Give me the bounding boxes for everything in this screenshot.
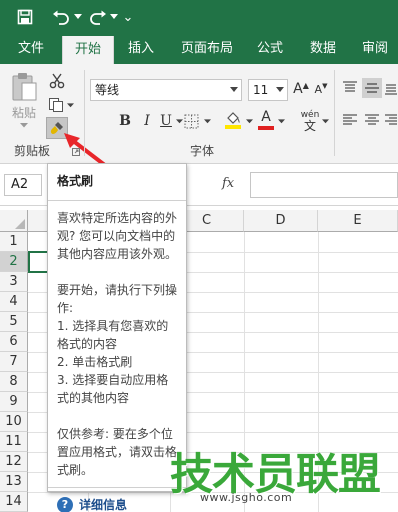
row-header-3[interactable]: 3 (0, 272, 28, 292)
phonetic-dropdown-icon[interactable] (320, 110, 330, 132)
redo-dropdown-icon[interactable] (108, 0, 120, 34)
name-box[interactable]: A2 (4, 174, 42, 196)
tooltip-divider (48, 200, 186, 201)
row-header-10[interactable]: 10 (0, 412, 28, 432)
help-icon: ? (57, 496, 73, 512)
formula-input[interactable] (250, 172, 398, 198)
tab-review[interactable]: 审阅 (352, 34, 398, 64)
copy-button[interactable] (46, 94, 76, 116)
font-name-value: 等线 (95, 83, 120, 97)
font-group-label: 字体 (190, 144, 215, 158)
insert-function-button[interactable]: fx (222, 176, 234, 191)
tooltip-title: 格式刷 (57, 174, 94, 188)
align-middle-button[interactable] (362, 78, 382, 98)
group-separator (84, 70, 85, 156)
format-painter-tooltip: 格式刷 喜欢特定所选内容的外 观? 您可以向文档中的 其他内容应用该外观。 要开… (47, 163, 187, 512)
tab-data[interactable]: 数据 (300, 34, 346, 64)
font-name-combo[interactable]: 等线 (90, 79, 242, 101)
paste-label: 粘贴 (11, 106, 36, 120)
tab-file[interactable]: 文件 (8, 34, 54, 64)
align-center-icon (365, 114, 379, 125)
align-right-button[interactable] (384, 110, 398, 130)
phonetic-guide-button[interactable]: wén 文 (298, 108, 322, 134)
column-header-d[interactable]: D (244, 210, 318, 232)
customize-qat-icon[interactable]: ⌄ (120, 0, 136, 34)
align-left-button[interactable] (340, 110, 360, 130)
align-top-icon (343, 81, 357, 92)
align-top-button[interactable] (340, 78, 360, 98)
font-color-dropdown-icon[interactable] (276, 110, 286, 132)
select-all-icon (15, 219, 25, 229)
clipboard-group-label: 剪贴板 (14, 144, 51, 158)
align-bottom-button[interactable] (384, 78, 398, 98)
font-size-combo[interactable]: 11 (248, 79, 288, 101)
ribbon: 粘贴 剪贴板 等线 11 A ▲ A ▼ B I U A wén 文 字体 (0, 64, 398, 168)
font-color-button[interactable]: A (256, 108, 276, 132)
ribbon-tab-bar: 文件 开始 插入 页面布局 公式 数据 审阅 (0, 34, 398, 64)
italic-button[interactable]: I (138, 110, 156, 132)
paint-bucket-icon (225, 112, 241, 129)
row-header-5[interactable]: 5 (0, 312, 28, 332)
font-color-swatch (258, 126, 274, 130)
watermark-url: www.jsgho.com (200, 491, 293, 504)
copy-icon (49, 98, 63, 112)
font-color-letter: A (261, 109, 271, 125)
row-header-1[interactable]: 1 (0, 232, 28, 252)
tab-home[interactable]: 开始 (62, 36, 114, 64)
cut-button[interactable] (46, 70, 68, 92)
row-header-14[interactable]: 14 (0, 492, 28, 512)
row-header-2[interactable]: 2 (0, 252, 28, 272)
align-bottom-icon (385, 84, 397, 95)
tab-insert[interactable]: 插入 (118, 34, 164, 64)
redo-icon[interactable] (86, 0, 110, 34)
align-middle-icon (365, 83, 379, 93)
row-header-13[interactable]: 13 (0, 472, 28, 492)
borders-button[interactable] (180, 110, 202, 132)
shrink-font-button[interactable]: A ▼ (312, 78, 330, 100)
phonetic-label: wén (300, 109, 320, 120)
scissors-icon (49, 73, 65, 89)
dialog-launcher-icon[interactable] (72, 148, 80, 156)
fill-color-dropdown-icon[interactable] (244, 110, 254, 132)
tooltip-note: 仅供参考: 要在多个位 置应用格式，请双击格 式刷。 (57, 427, 178, 477)
paste-icon (12, 73, 37, 101)
grow-font-button[interactable]: A ▲ (292, 78, 310, 100)
row-header-8[interactable]: 8 (0, 372, 28, 392)
borders-dropdown-icon[interactable] (202, 110, 212, 132)
tooltip-divider (48, 487, 186, 488)
phonetic-icon: 文 (303, 118, 316, 133)
underline-button[interactable]: U (158, 110, 174, 132)
paste-button[interactable]: 粘贴 (6, 72, 42, 130)
save-icon[interactable] (12, 0, 38, 34)
more-info-label: 详细信息 (79, 498, 128, 512)
borders-icon (184, 114, 198, 128)
paste-dropdown-icon (20, 123, 28, 128)
row-header-11[interactable]: 11 (0, 432, 28, 452)
copy-dropdown-icon (67, 102, 74, 107)
undo-dropdown-icon[interactable] (72, 0, 84, 34)
undo-icon[interactable] (48, 0, 74, 34)
title-bar: ⌄ (0, 0, 398, 34)
align-right-icon (385, 114, 397, 125)
row-header-7[interactable]: 7 (0, 352, 28, 372)
align-center-button[interactable] (362, 110, 382, 130)
tab-page-layout[interactable]: 页面布局 (172, 34, 242, 64)
row-header-12[interactable]: 12 (0, 452, 28, 472)
chevron-down-icon (230, 87, 238, 92)
tooltip-description: 喜欢特定所选内容的外 观? 您可以向文档中的 其他内容应用该外观。 (57, 211, 178, 261)
fill-color-button[interactable] (222, 108, 244, 132)
tooltip-steps: 要开始，请执行下列操 作: 1. 选择具有您喜欢的 格式的内容 2. 单击格式刷… (57, 283, 178, 405)
chevron-down-icon (276, 87, 284, 92)
row-header-9[interactable]: 9 (0, 392, 28, 412)
tooltip-more-info-link[interactable]: ? 详细信息 (57, 496, 177, 512)
row-header-4[interactable]: 4 (0, 292, 28, 312)
row-header-6[interactable]: 6 (0, 332, 28, 352)
select-all-corner[interactable] (0, 210, 28, 232)
tab-formulas[interactable]: 公式 (248, 34, 292, 64)
bold-button[interactable]: B (116, 110, 134, 132)
group-separator (334, 70, 335, 156)
font-size-value: 11 (253, 83, 269, 97)
column-header-e[interactable]: E (318, 210, 398, 232)
align-left-icon (343, 114, 357, 125)
